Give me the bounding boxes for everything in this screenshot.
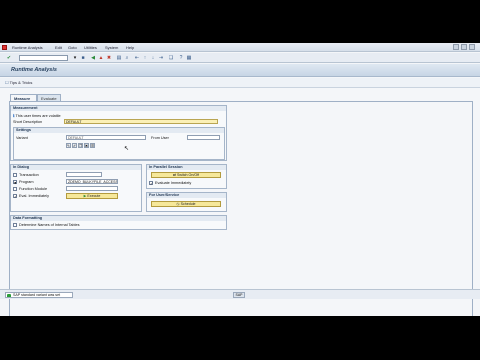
title-bar: Runtime Analysis bbox=[0, 64, 480, 77]
minimize-icon[interactable] bbox=[453, 44, 459, 50]
menu-help[interactable]: Help bbox=[126, 45, 134, 50]
switch-on-off-label: Switch On/Off bbox=[176, 173, 200, 177]
determine-names-checkbox[interactable] bbox=[13, 223, 17, 227]
program-label: Program bbox=[19, 180, 34, 184]
eval-immediately-label: Eval. Immediately bbox=[19, 194, 49, 198]
menu-utilities[interactable]: Utilities bbox=[84, 45, 97, 50]
schedule-icon: ◷ bbox=[176, 202, 180, 206]
command-field[interactable] bbox=[19, 55, 68, 61]
switch-on-off-button[interactable]: ⇄ Switch On/Off bbox=[151, 172, 221, 178]
back-icon[interactable]: ◀ bbox=[90, 55, 96, 61]
menu-runtime-analysis[interactable]: Runtime Analysis bbox=[12, 45, 43, 50]
tips-tricks-label: Tips & Tricks bbox=[9, 80, 33, 85]
help-icon[interactable]: ? bbox=[178, 55, 184, 61]
print-icon[interactable]: ▤ bbox=[116, 55, 122, 61]
program-radio[interactable]: ● bbox=[13, 180, 17, 185]
schedule-label: Schedule bbox=[180, 202, 196, 206]
in-parallel-session-group: In Parallel Session ⇄ Switch On/Off ✓ Ev… bbox=[146, 164, 227, 189]
data-formatting-title: Data Formatting bbox=[11, 216, 226, 221]
status-message-text: SAP standard variant was set bbox=[13, 293, 61, 297]
mouse-pointer-icon: ↖ bbox=[124, 146, 130, 152]
application-toolbar: ☐ Tips & Tricks bbox=[0, 78, 480, 88]
save-icon[interactable]: ■ bbox=[80, 55, 86, 61]
switch-icon: ⇄ bbox=[172, 173, 176, 177]
variant-label: Variant bbox=[16, 136, 28, 140]
execute-icon: ▶ bbox=[83, 194, 87, 198]
execute-button[interactable]: ▶ Execute bbox=[66, 193, 118, 199]
function-module-radio[interactable] bbox=[13, 187, 17, 191]
transaction-field[interactable] bbox=[66, 172, 102, 177]
first-page-icon[interactable]: ⇤ bbox=[134, 55, 140, 61]
info-message: ℹ This user times are volatile bbox=[13, 113, 61, 118]
new-session-icon[interactable]: ❏ bbox=[168, 55, 174, 61]
copy-variant-icon[interactable]: ❐ bbox=[78, 143, 83, 148]
data-formatting-group: Data Formatting Determine Names of Inter… bbox=[10, 215, 227, 230]
layout-icon[interactable]: ▦ bbox=[186, 55, 192, 61]
menu-edit[interactable]: Edit bbox=[55, 45, 62, 50]
measurement-group-title: Measurement bbox=[11, 106, 226, 111]
sap-window: Runtime Analysis Edit Goto Utilities Sys… bbox=[0, 43, 480, 316]
next-page-icon[interactable]: ↓ bbox=[150, 55, 156, 61]
success-icon bbox=[7, 294, 11, 297]
enter-icon[interactable]: ✔ bbox=[6, 55, 12, 61]
change-variant-icon[interactable]: ✐ bbox=[72, 143, 77, 148]
display-variant-icon[interactable]: ☰ bbox=[90, 143, 95, 148]
tips-tricks-button[interactable]: ☐ Tips & Tricks bbox=[5, 80, 32, 85]
settings-group-title: Settings bbox=[14, 128, 224, 133]
previous-page-icon[interactable]: ↑ bbox=[142, 55, 148, 61]
close-icon[interactable] bbox=[469, 44, 475, 50]
menu-goto[interactable]: Goto bbox=[68, 45, 77, 50]
in-parallel-session-title: In Parallel Session bbox=[147, 165, 226, 170]
transaction-label: Transaction bbox=[19, 173, 39, 177]
execute-label: Execute bbox=[87, 194, 101, 198]
from-user-field[interactable] bbox=[187, 135, 220, 140]
exit-icon[interactable]: ▲ bbox=[98, 55, 104, 61]
evaluate-immediately-checkbox[interactable]: ✓ bbox=[149, 181, 153, 186]
in-dialog-group: In Dialog Transaction ● Program ZDEMO_BU… bbox=[10, 164, 142, 212]
status-bar: SAP standard variant was set SAP bbox=[0, 289, 480, 299]
menu-system[interactable]: System bbox=[105, 45, 118, 50]
function-module-field[interactable] bbox=[66, 186, 118, 191]
eval-immediately-checkbox[interactable]: ✓ bbox=[13, 194, 17, 199]
page-title: Runtime Analysis bbox=[11, 67, 57, 73]
tips-icon: ☐ bbox=[5, 80, 9, 85]
transaction-radio[interactable] bbox=[13, 173, 17, 177]
dropdown-icon[interactable]: ▾ bbox=[72, 55, 78, 61]
measurement-group: Measurement ℹ This user times are volati… bbox=[10, 105, 227, 161]
find-icon[interactable]: ⌕ bbox=[124, 55, 130, 61]
evaluate-immediately-label: Evaluate Immediately bbox=[155, 181, 192, 185]
short-description-field[interactable]: DEFAULT bbox=[64, 119, 218, 124]
tab-panel: Measurement ℹ This user times are volati… bbox=[9, 101, 473, 316]
standard-toolbar: ✔ ▾ ■ ◀ ▲ ✖ ▤ ⌕ ⇤ ↑ ↓ ⇥ ❏ ? ▦ bbox=[0, 53, 480, 63]
variant-field[interactable]: DEFAULT bbox=[66, 135, 146, 140]
settings-group: Settings Variant DEFAULT From User ✎ ✐ ❐… bbox=[13, 127, 225, 160]
from-user-label: From User bbox=[151, 136, 169, 140]
sap-logo-icon[interactable] bbox=[2, 45, 7, 50]
last-page-icon[interactable]: ⇥ bbox=[158, 55, 164, 61]
status-message[interactable]: SAP standard variant was set bbox=[5, 292, 73, 298]
determine-names-label: Determine Names of Internal Tables bbox=[19, 223, 80, 227]
system-info[interactable]: SAP bbox=[233, 292, 245, 298]
in-dialog-title: In Dialog bbox=[11, 165, 141, 170]
menu-bar: Runtime Analysis Edit Goto Utilities Sys… bbox=[0, 43, 480, 52]
create-variant-icon[interactable]: ✎ bbox=[66, 143, 71, 148]
program-field[interactable]: ZDEMO_BULKYFILE_ACCESS bbox=[66, 179, 118, 184]
for-user-service-group: For User/Service ◷ Schedule bbox=[146, 192, 227, 212]
schedule-button[interactable]: ◷ Schedule bbox=[151, 201, 221, 207]
cancel-icon[interactable]: ✖ bbox=[106, 55, 112, 61]
info-text: This user times are volatile bbox=[15, 114, 61, 118]
short-description-label: Short Description bbox=[13, 120, 43, 124]
delete-variant-icon[interactable]: ✖ bbox=[84, 143, 89, 148]
maximize-icon[interactable] bbox=[461, 44, 467, 50]
for-user-service-title: For User/Service bbox=[147, 193, 226, 198]
function-module-label: Function Module bbox=[19, 187, 48, 191]
